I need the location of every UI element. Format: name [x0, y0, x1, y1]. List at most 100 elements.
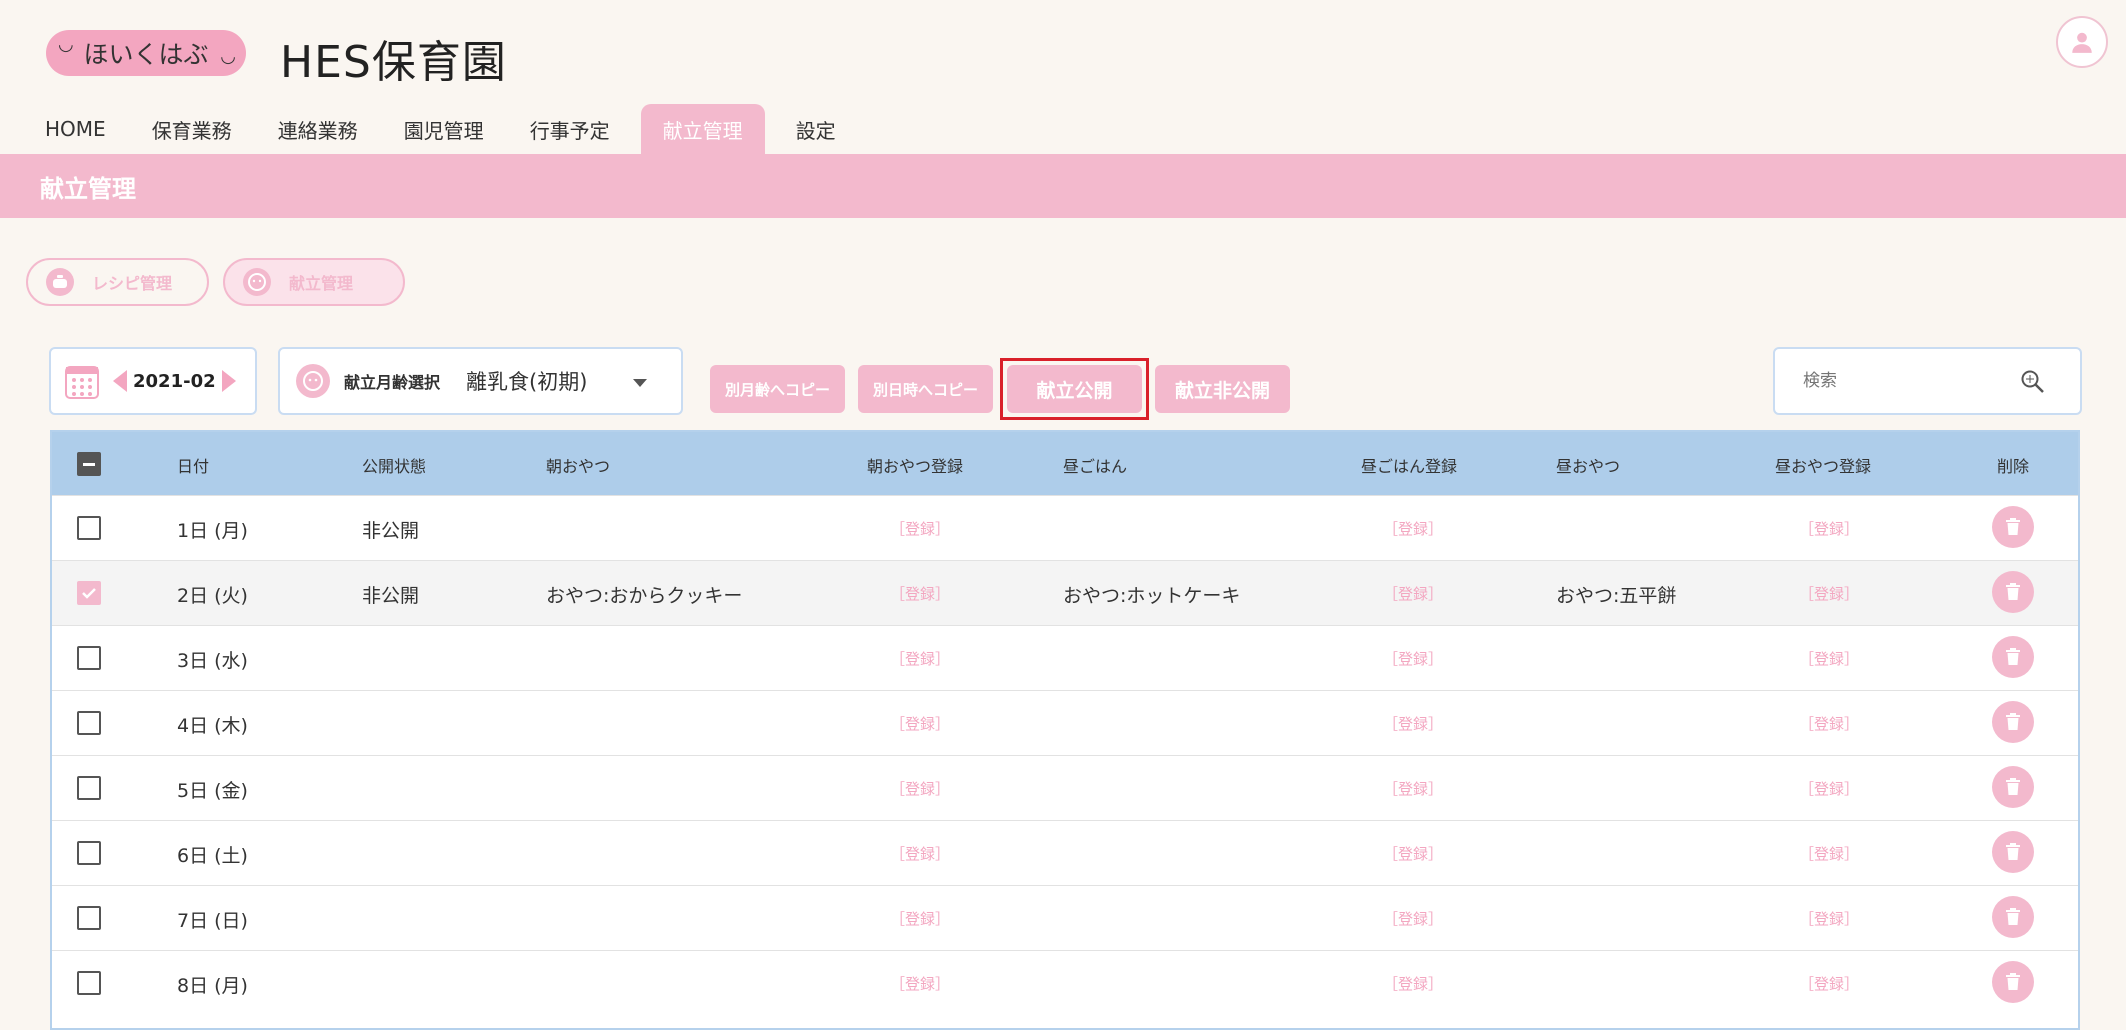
chevron-down-icon: [633, 379, 647, 387]
publish-menu-button[interactable]: 献立公開: [1007, 365, 1142, 413]
delete-button[interactable]: [1992, 831, 2034, 873]
register-link[interactable]: ［登録］: [1799, 518, 1859, 539]
register-link[interactable]: ［登録］: [1799, 843, 1859, 864]
nav-item-3[interactable]: 園児管理: [389, 104, 499, 154]
delete-button[interactable]: [1992, 571, 2034, 613]
subtab-menu[interactable]: 献立管理: [223, 258, 405, 306]
unpublish-menu-button[interactable]: 献立非公開: [1155, 365, 1290, 413]
delete-button[interactable]: [1992, 701, 2034, 743]
register-link[interactable]: ［登録］: [890, 518, 950, 539]
app-header: ◡ ほいくはぶ ◡ HES保育園: [0, 0, 2126, 105]
prev-month-button[interactable]: [113, 370, 127, 392]
register-link[interactable]: ［登録］: [1799, 583, 1859, 604]
subtab-recipe[interactable]: レシピ管理: [26, 258, 209, 306]
trash-icon: [2006, 648, 2020, 665]
menu-table: 日付 公開状態 朝おやつ 朝おやつ登録 昼ごはん 昼ごはん登録 昼おやつ 昼おやつ登録 削除 1…: [50, 430, 2080, 1030]
register-link[interactable]: ［登録］: [890, 648, 950, 669]
nav-item-1[interactable]: 保育業務: [137, 104, 247, 154]
register-link[interactable]: ［登録］: [1383, 973, 1443, 994]
register-link[interactable]: ［登録］: [1799, 908, 1859, 929]
table-row: 4日 (木) ［登録］ ［登録］ ［登録］: [52, 690, 2078, 755]
age-select-value: 離乳食(初期): [466, 370, 588, 394]
select-all-checkbox[interactable]: [77, 452, 101, 476]
user-account-button[interactable]: [2056, 16, 2108, 68]
pot-icon: [46, 268, 74, 296]
register-link[interactable]: ［登録］: [890, 843, 950, 864]
trash-icon: [2006, 973, 2020, 990]
nav-item-6[interactable]: 設定: [781, 104, 851, 154]
register-link[interactable]: ［登録］: [1799, 648, 1859, 669]
trash-icon: [2006, 518, 2020, 535]
face-icon: [243, 268, 271, 296]
delete-button[interactable]: [1992, 636, 2034, 678]
register-link[interactable]: ［登録］: [1799, 713, 1859, 734]
search-input[interactable]: [1801, 370, 2005, 392]
delete-button[interactable]: [1992, 506, 2034, 548]
subtab-menu-label: 献立管理: [289, 274, 354, 293]
table-row: 2日 (火) 非公開 おやつ:おからクッキー おやつ:ホットケーキ おやつ:五平餅 ［登録…: [52, 560, 2078, 625]
cell-pm-snack: おやつ:五平餅: [1556, 585, 1677, 607]
register-link[interactable]: ［登録］: [1383, 843, 1443, 864]
register-link[interactable]: ［登録］: [1383, 583, 1443, 604]
register-link[interactable]: ［登録］: [1383, 518, 1443, 539]
cell-date: 5日 (金): [177, 780, 248, 802]
register-link[interactable]: ［登録］: [1383, 778, 1443, 799]
column-header: 公開状態: [362, 457, 427, 476]
subtab-recipe-label: レシピ管理: [92, 274, 173, 293]
cell-date: 6日 (土): [177, 845, 248, 867]
calendar-icon: [65, 366, 99, 399]
trash-icon: [2006, 583, 2020, 600]
copy-to-other-age-button[interactable]: 別月齢へコピー: [710, 365, 845, 413]
delete-button[interactable]: [1992, 961, 2034, 1003]
register-link[interactable]: ［登録］: [1383, 648, 1443, 669]
row-checkbox[interactable]: [77, 646, 101, 670]
register-link[interactable]: ［登録］: [1383, 908, 1443, 929]
copy-to-other-date-button[interactable]: 別日時へコピー: [858, 365, 993, 413]
register-link[interactable]: ［登録］: [890, 973, 950, 994]
row-checkbox[interactable]: [77, 581, 101, 605]
table-row: 8日 (月) ［登録］ ［登録］ ［登録］: [52, 950, 2078, 1015]
smile-icon: ◡: [220, 46, 236, 67]
nav-item-5[interactable]: 献立管理: [640, 104, 765, 154]
register-link[interactable]: ［登録］: [890, 908, 950, 929]
row-checkbox[interactable]: [77, 776, 101, 800]
column-header: 昼ごはん登録: [1361, 457, 1458, 476]
row-checkbox[interactable]: [77, 971, 101, 995]
cell-date: 1日 (月): [177, 520, 248, 542]
cell-date: 2日 (火): [177, 585, 248, 607]
delete-button[interactable]: [1992, 766, 2034, 808]
cell-date: 3日 (水): [177, 650, 248, 672]
column-header: 朝おやつ: [546, 457, 611, 476]
page-title: 献立管理: [40, 175, 136, 203]
register-link[interactable]: ［登録］: [890, 583, 950, 604]
register-link[interactable]: ［登録］: [1799, 973, 1859, 994]
nav-item-0[interactable]: HOME: [30, 104, 121, 154]
nav-item-2[interactable]: 連絡業務: [263, 104, 373, 154]
delete-button[interactable]: [1992, 896, 2034, 938]
trash-icon: [2006, 778, 2020, 795]
cell-date: 8日 (月): [177, 975, 248, 997]
register-link[interactable]: ［登録］: [890, 778, 950, 799]
nav-item-4[interactable]: 行事予定: [515, 104, 625, 154]
row-checkbox[interactable]: [77, 841, 101, 865]
row-checkbox[interactable]: [77, 516, 101, 540]
next-month-button[interactable]: [221, 370, 236, 392]
row-checkbox[interactable]: [77, 711, 101, 735]
main-nav: HOME 保育業務 連絡業務 園児管理 行事予定 献立管理 設定: [30, 104, 867, 154]
cell-date: 4日 (木): [177, 715, 248, 737]
register-link[interactable]: ［登録］: [890, 713, 950, 734]
search-icon[interactable]: [2020, 369, 2046, 395]
month-selector: 2021-02: [49, 347, 257, 415]
table-row: 5日 (金) ［登録］ ［登録］ ［登録］: [52, 755, 2078, 820]
cell-lunch: おやつ:ホットケーキ: [1063, 585, 1241, 607]
column-header: 削除: [1997, 457, 2030, 476]
table-header: 日付 公開状態 朝おやつ 朝おやつ登録 昼ごはん 昼ごはん登録 昼おやつ 昼おやつ登録 削除: [52, 432, 2078, 495]
page-title-bar: 献立管理: [0, 154, 2126, 218]
register-link[interactable]: ［登録］: [1799, 778, 1859, 799]
app-logo[interactable]: ◡ ほいくはぶ ◡: [46, 30, 246, 76]
age-select[interactable]: 献立月齢選択 離乳食(初期): [278, 347, 683, 415]
cell-am-snack: おやつ:おからクッキー: [546, 585, 743, 607]
register-link[interactable]: ［登録］: [1383, 713, 1443, 734]
row-checkbox[interactable]: [77, 906, 101, 930]
trash-icon: [2006, 713, 2020, 730]
